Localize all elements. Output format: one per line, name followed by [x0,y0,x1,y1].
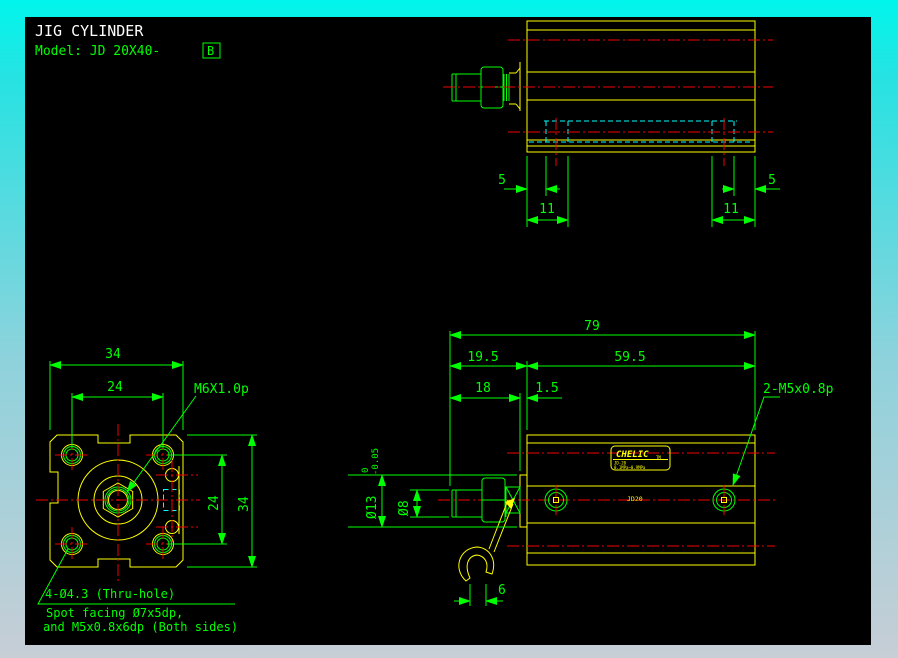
dim-79: 79 [584,319,600,334]
ports-label: 2-M5x0.8p [763,382,834,397]
drawing-canvas [25,17,871,645]
dim-6: 6 [498,583,506,598]
dim-5-right: 5 [768,173,776,188]
dim-34-right: 34 [237,496,252,512]
drawing-title: JIG CYLINDER [35,22,144,40]
dim-19-5: 19.5 [467,350,498,365]
note-line2: Spot facing Ø7x5dp, [46,606,183,620]
dim-rod-dia: Ø8 [397,500,412,516]
body-size-label: JD20 [627,495,643,503]
nameplate-line2: 0.1MPa~0.9MPa [614,465,646,470]
thread-label: M6X1.0p [194,382,249,397]
tolerance-lower: -0.05 [371,448,381,475]
dim-11-left: 11 [539,202,555,217]
dim-11-right: 11 [723,202,739,217]
dim-24-right: 24 [207,495,222,511]
model-code: B [207,44,214,58]
dim-5-left: 5 [498,173,506,188]
dim-59-5: 59.5 [614,350,645,365]
note-line1: 4-Ø4.3 (Thru-hole) [45,587,175,601]
dim-1-5: 1.5 [535,381,558,396]
cad-drawing: JIG CYLINDER Model: JD 20X40- B 5 11 5 1… [25,17,871,645]
dim-24-top: 24 [107,380,123,395]
note-line3: and M5x0.8x6dp (Both sides) [43,620,238,634]
dim-18: 18 [475,381,491,396]
dim-flange-dia: Ø13 [365,496,380,519]
tolerance-upper: 0 [361,468,371,473]
model-label: Model: JD 20X40- [35,44,160,59]
dim-34-top: 34 [105,347,121,362]
brand-logo: CHELIC [616,450,649,460]
